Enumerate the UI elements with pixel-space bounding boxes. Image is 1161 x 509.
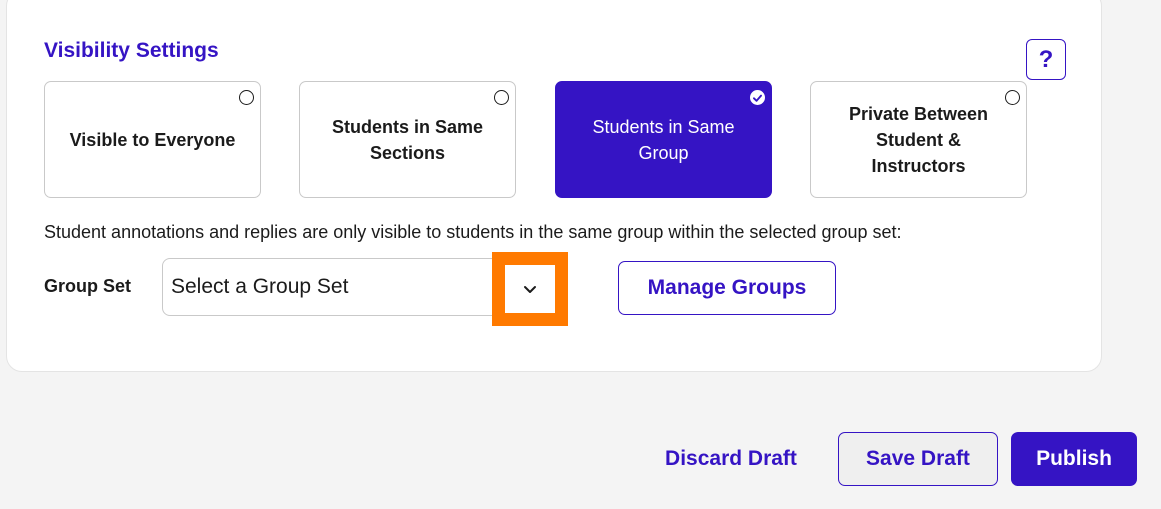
radio-checked-icon[interactable] xyxy=(750,90,765,105)
option-students-same-sections[interactable]: Students in Same Sections xyxy=(299,81,516,198)
visibility-description: Student annotations and replies are only… xyxy=(44,222,902,242)
group-set-select-value: Select a Group Set xyxy=(171,275,349,298)
publish-button[interactable]: Publish xyxy=(1011,432,1137,486)
option-private-student-instructors[interactable]: Private Between Student & Instructors xyxy=(810,81,1027,198)
section-title: Visibility Settings xyxy=(44,39,219,62)
manage-groups-button[interactable]: Manage Groups xyxy=(618,261,836,315)
group-set-label: Group Set xyxy=(44,276,132,296)
radio-unchecked-icon[interactable] xyxy=(239,90,254,105)
option-label: Students in Same Group xyxy=(592,116,735,163)
group-set-dropdown-button[interactable] xyxy=(492,252,568,326)
question-icon: ? xyxy=(1038,45,1054,73)
option-visible-to-everyone[interactable]: Visible to Everyone xyxy=(44,81,261,198)
radio-unchecked-icon[interactable] xyxy=(1005,90,1020,105)
option-label: Visible to Everyone xyxy=(69,129,236,150)
checkmark-icon xyxy=(753,94,762,102)
discard-draft-button[interactable]: Discard Draft xyxy=(650,432,812,486)
chevron-down-icon xyxy=(524,285,536,293)
help-button[interactable]: ? xyxy=(1026,39,1066,80)
option-students-same-group[interactable]: Students in Same Group xyxy=(555,81,772,198)
radio-unchecked-icon[interactable] xyxy=(494,90,509,105)
save-draft-button[interactable]: Save Draft xyxy=(838,432,998,486)
option-label: Private Between Student & Instructors xyxy=(848,103,989,176)
option-label: Students in Same Sections xyxy=(331,116,484,163)
